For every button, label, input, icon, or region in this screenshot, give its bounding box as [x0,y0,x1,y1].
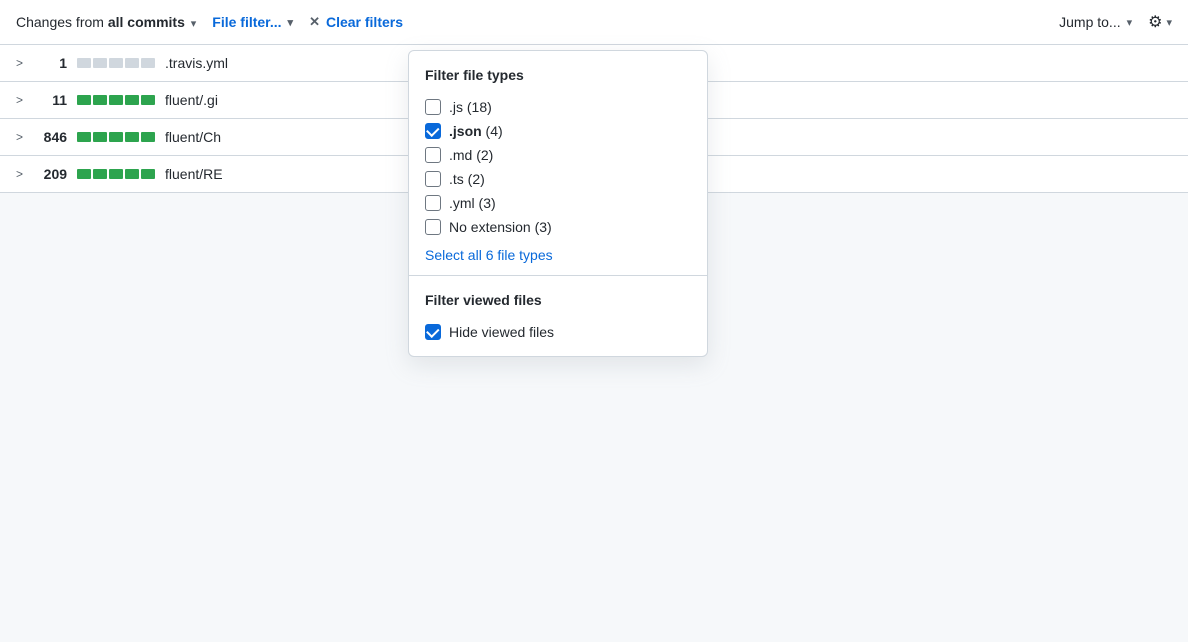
toolbar: Changes from all commits ▾ File filter..… [0,0,1188,45]
diff-segment [109,95,123,105]
clear-filters-button[interactable]: ✕ Clear filters [309,14,403,30]
file-filter-chevron-icon: ▾ [288,16,294,29]
diff-segment [93,132,107,142]
diff-segment [141,169,155,179]
hide-viewed-checkbox[interactable] [425,324,441,340]
diff-segment [109,169,123,179]
file-type-checkbox[interactable] [425,195,441,211]
diff-segment [77,132,91,142]
line-count: 846 [37,129,67,145]
file-type-checkbox[interactable] [425,171,441,187]
diff-segment [109,132,123,142]
file-type-label: .ts (2) [449,171,485,187]
file-type-option[interactable]: No extension (3) [425,215,691,239]
jump-to-chevron-icon: ▾ [1127,16,1133,29]
file-name: fluent/Ch [165,129,221,145]
clear-filters-label: Clear filters [326,14,403,30]
file-type-option[interactable]: .ts (2) [425,167,691,191]
expand-icon[interactable]: > [16,130,23,144]
gear-button[interactable]: ⚙ ▾ [1148,12,1172,32]
file-filter-label: File filter... [212,14,281,30]
gear-icon: ⚙ [1148,12,1162,32]
filter-types-title: Filter file types [425,67,691,83]
diff-bar [77,58,155,68]
file-name: .travis.yml [165,55,228,71]
file-type-checkbox[interactable] [425,219,441,235]
hide-viewed-label: Hide viewed files [449,324,554,340]
expand-icon[interactable]: > [16,56,23,70]
file-type-option[interactable]: .json (4) [425,119,691,143]
filter-viewed-title: Filter viewed files [425,292,691,308]
jump-to-button[interactable]: Jump to... ▾ [1059,14,1132,30]
file-type-label: .js (18) [449,99,492,115]
file-type-checkbox[interactable] [425,147,441,163]
file-type-label: .yml (3) [449,195,496,211]
diff-bar [77,132,155,142]
file-type-option[interactable]: .yml (3) [425,191,691,215]
file-name: fluent/RE [165,166,223,182]
line-count: 1 [37,55,67,71]
file-type-options: .js (18) .json (4) .md (2) .ts (2) .yml (3) N… [425,95,691,239]
diff-segment [125,58,139,68]
gear-chevron-icon: ▾ [1166,16,1172,29]
file-type-label: No extension (3) [449,219,552,235]
commits-bold: all commits [108,14,185,30]
diff-segment [141,132,155,142]
filter-types-section: Filter file types .js (18) .json (4) .md (… [409,51,707,275]
diff-segment [93,169,107,179]
diff-segment [141,95,155,105]
file-type-checkbox[interactable] [425,99,441,115]
line-count: 209 [37,166,67,182]
jump-to-label: Jump to... [1059,14,1120,30]
diff-segment [125,132,139,142]
hide-viewed-option[interactable]: Hide viewed files [425,320,691,344]
commits-chevron-icon: ▾ [191,17,197,30]
expand-icon[interactable]: > [16,167,23,181]
filter-viewed-section: Filter viewed files Hide viewed files [409,275,707,356]
diff-segment [109,58,123,68]
select-all-button[interactable]: Select all 6 file types [425,247,553,263]
file-type-checkbox[interactable] [425,123,441,139]
diff-segment [125,95,139,105]
file-type-label: .md (2) [449,147,493,163]
line-count: 11 [37,92,67,108]
file-type-label: .json (4) [449,123,503,139]
commits-label: Changes from all commits ▾ [16,14,196,30]
file-filter-button[interactable]: File filter... ▾ [212,14,293,30]
diff-bar [77,95,155,105]
diff-segment [93,95,107,105]
file-name: fluent/.gi [165,92,218,108]
diff-segment [77,95,91,105]
clear-filters-x-icon: ✕ [309,14,320,30]
file-filter-dropdown: Filter file types .js (18) .json (4) .md (… [408,50,708,357]
diff-bar [77,169,155,179]
diff-segment [77,58,91,68]
diff-segment [141,58,155,68]
expand-icon[interactable]: > [16,93,23,107]
diff-segment [93,58,107,68]
file-type-option[interactable]: .md (2) [425,143,691,167]
diff-segment [77,169,91,179]
diff-segment [125,169,139,179]
file-type-option[interactable]: .js (18) [425,95,691,119]
